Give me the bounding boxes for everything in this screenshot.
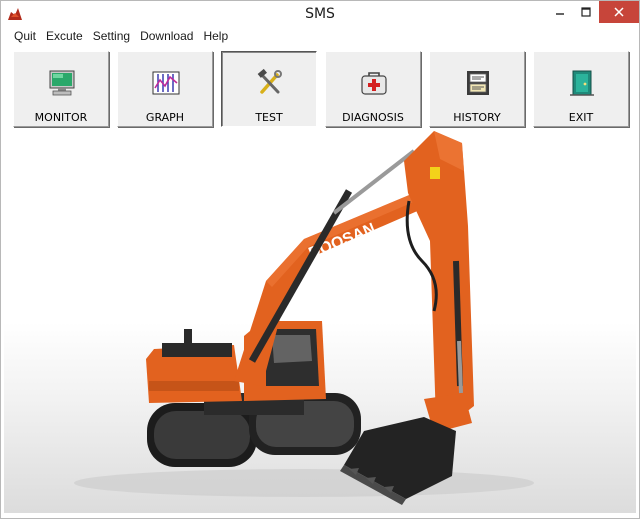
- close-icon: [614, 7, 624, 17]
- close-button[interactable]: [599, 1, 639, 23]
- diagnosis-button[interactable]: DIAGNOSIS: [325, 51, 421, 127]
- main-image-area: DOOSAN: [4, 131, 636, 513]
- test-label: TEST: [255, 111, 283, 124]
- menu-setting[interactable]: Setting: [88, 28, 135, 44]
- monitor-icon: [49, 70, 75, 96]
- window-title: SMS: [305, 6, 335, 22]
- diagnosis-label: DIAGNOSIS: [342, 111, 404, 124]
- medical-kit-icon: [361, 72, 387, 95]
- maximize-button[interactable]: [573, 1, 599, 23]
- exit-label: EXIT: [568, 111, 594, 124]
- menu-quit[interactable]: Quit: [9, 28, 41, 44]
- history-icon: [467, 71, 489, 95]
- maximize-icon: [581, 7, 591, 17]
- menu-excute[interactable]: Excute: [41, 28, 88, 44]
- graph-button[interactable]: GRAPH: [117, 51, 213, 127]
- monitor-button[interactable]: MONITOR: [13, 51, 109, 127]
- history-label: HISTORY: [453, 111, 501, 124]
- exit-door-icon: [570, 70, 594, 96]
- title-bar[interactable]: SMS: [1, 1, 639, 27]
- menu-bar: Quit Excute Setting Download Help: [1, 27, 639, 45]
- graph-label: GRAPH: [145, 111, 185, 124]
- menu-download[interactable]: Download: [135, 28, 198, 44]
- minimize-icon: [556, 13, 564, 15]
- history-button[interactable]: HISTORY: [429, 51, 525, 127]
- graph-icon: [152, 71, 180, 95]
- menu-help[interactable]: Help: [198, 28, 233, 44]
- exit-button[interactable]: EXIT: [533, 51, 629, 127]
- tools-icon: [257, 68, 282, 94]
- minimize-button[interactable]: [547, 1, 573, 23]
- excavator-illustration: DOOSAN: [74, 131, 534, 505]
- test-button[interactable]: TEST: [221, 51, 317, 127]
- main-window: SMS Quit Excute Setting Download Help MO…: [0, 0, 640, 519]
- monitor-label: MONITOR: [34, 111, 88, 124]
